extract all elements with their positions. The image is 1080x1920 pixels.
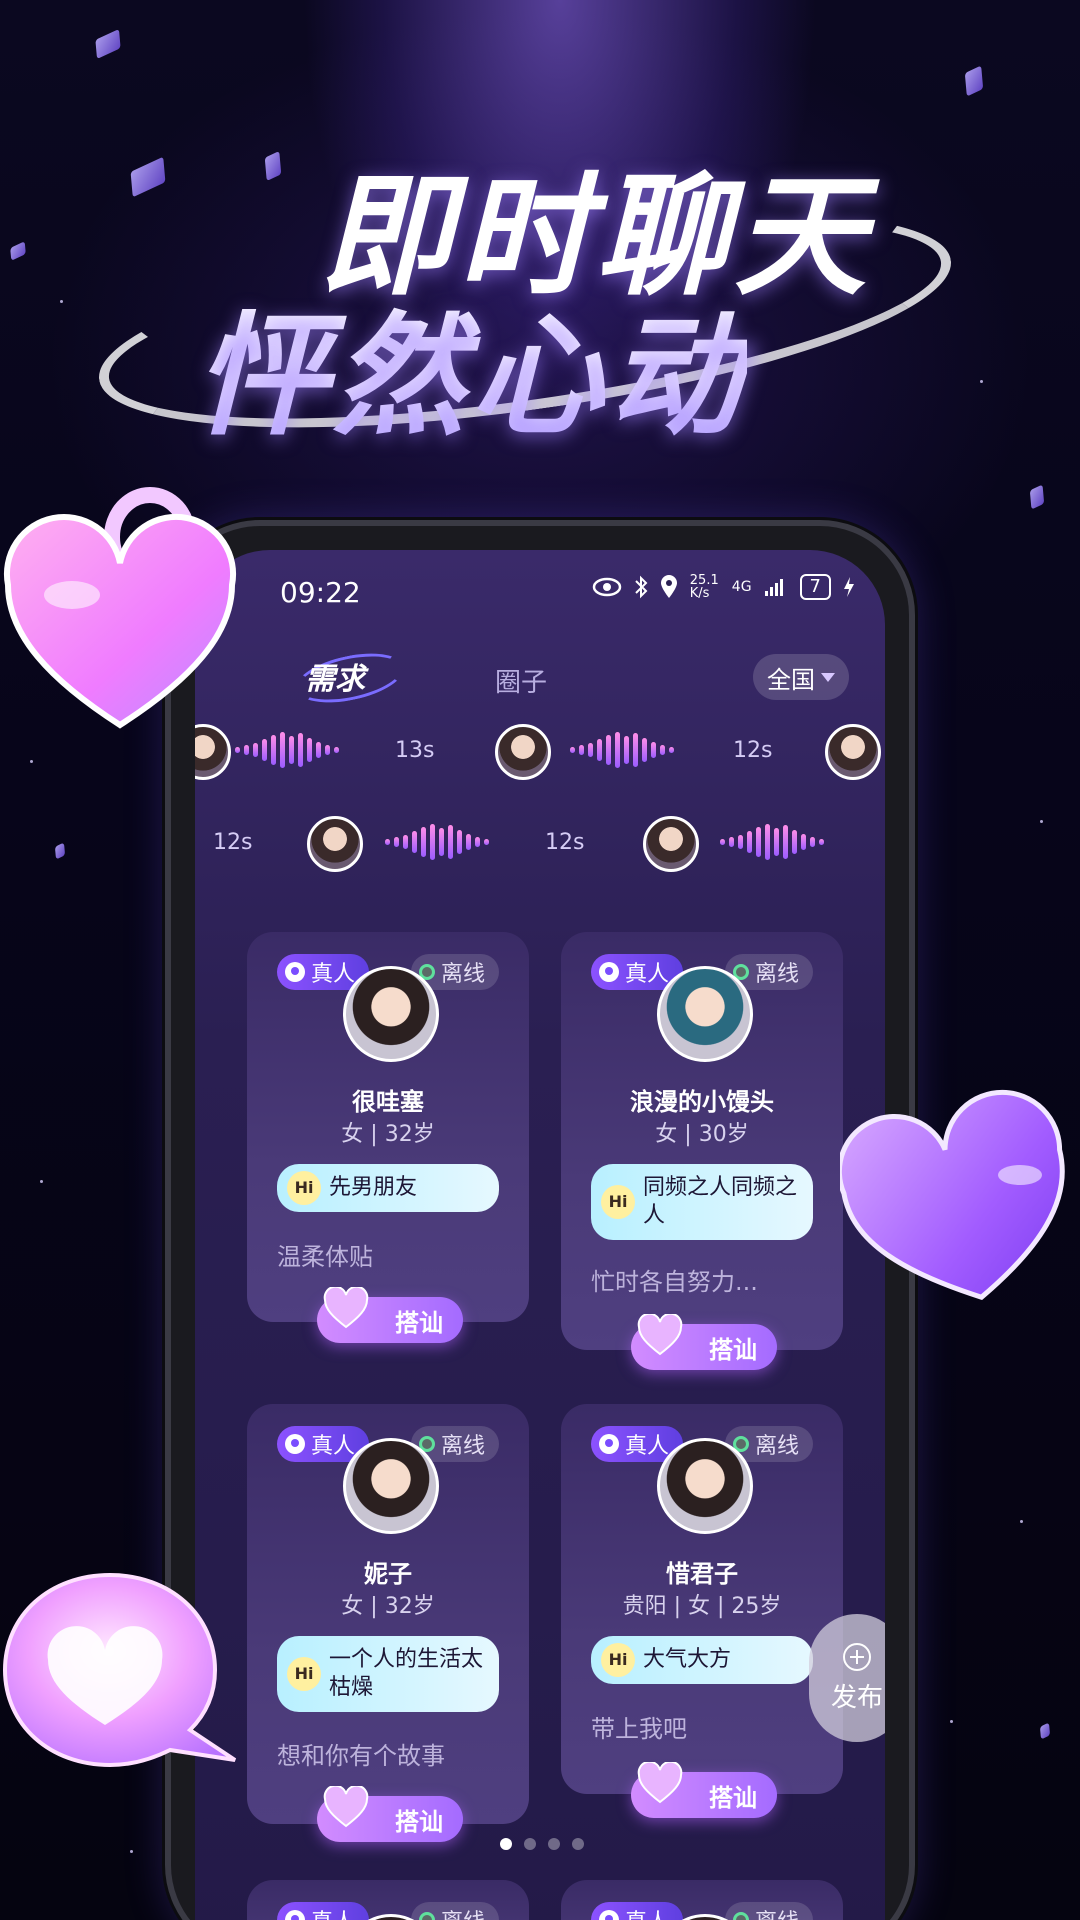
promo-headline: 即时聊天 怦然心动 (0, 120, 1080, 469)
verified-icon (285, 1434, 305, 1454)
avatar[interactable] (343, 1438, 439, 1534)
greeting-bubble: Hi 同频之人同频之人 (591, 1164, 813, 1240)
page-indicator (500, 1838, 584, 1850)
greeting-bubble: Hi 先男朋友 (277, 1164, 499, 1212)
page-dot (572, 1838, 584, 1850)
signal-icon (764, 579, 783, 596)
user-card[interactable]: 真人 离线 (247, 1880, 529, 1920)
verified-icon (599, 962, 619, 982)
user-name: 很哇塞 (352, 1088, 424, 1116)
plus-circle-icon (843, 1642, 871, 1671)
avatar[interactable] (657, 966, 753, 1062)
greeting-bubble: Hi 大气大方 (591, 1636, 813, 1684)
user-card[interactable]: 真人 离线 很哇塞 女 | 32岁 Hi 先男朋友 温柔体贴 搭讪 (247, 932, 529, 1343)
greet-button[interactable]: 搭讪 (631, 1314, 777, 1370)
avatar[interactable] (825, 724, 881, 780)
location-icon (660, 575, 677, 598)
user-card[interactable]: 真人 离线 (561, 1880, 843, 1920)
user-name: 惜君子 (666, 1560, 738, 1588)
user-card[interactable]: 真人 离线 惜君子 贵阳 | 女 | 25岁 Hi 大气大方 带上我吧 搭讪 (561, 1404, 843, 1818)
publish-button[interactable]: 发布 (809, 1614, 885, 1742)
user-desc: 温柔体贴 (277, 1243, 373, 1271)
network-speed: 25.1 K/s (689, 573, 719, 601)
heart-icon (637, 1314, 683, 1356)
user-desc: 带上我吧 (591, 1715, 687, 1743)
publish-label: 发布 (830, 1682, 883, 1713)
voice-duration: 12s (545, 830, 585, 855)
user-info: 女 | 30岁 (655, 1122, 749, 1147)
status-time: 09:22 (280, 576, 361, 609)
tab-circle[interactable]: 圈子 (495, 662, 547, 699)
region-selector[interactable]: 全国 (753, 654, 849, 700)
voice-row-2: 12s 12s 1 (195, 810, 885, 880)
verified-icon (599, 1910, 619, 1920)
greeting-bubble: Hi 一个人的生活太枯燥 (277, 1636, 499, 1712)
user-name: 浪漫的小馒头 (630, 1088, 774, 1116)
headline-line2: 怦然心动 (195, 270, 747, 461)
voice-duration: 13s (395, 738, 435, 763)
greet-button[interactable]: 搭讪 (631, 1762, 777, 1818)
voice-wave[interactable] (235, 730, 339, 770)
dropdown-caret-icon (821, 672, 835, 682)
verified-icon (285, 1910, 305, 1920)
status-dot-icon (418, 1912, 435, 1920)
phone-screen: 09:22 25.1 K/s 4G 7 需求 圈子 全国 13s 12s 12s… (195, 550, 885, 1920)
status-bar: 09:22 25.1 K/s 4G 7 (195, 550, 885, 630)
voice-duration: 12s (733, 738, 773, 763)
heart-icon (637, 1762, 683, 1804)
heart-lock-icon (3, 487, 237, 729)
hi-icon: Hi (601, 1185, 635, 1219)
user-desc: 想和你有个故事 (277, 1742, 445, 1770)
page-dot (524, 1838, 536, 1850)
hi-icon: Hi (287, 1657, 321, 1691)
offline-badge: 离线 (410, 1902, 499, 1920)
bluetooth-icon (635, 575, 648, 599)
voice-wave[interactable] (570, 730, 674, 770)
user-card[interactable]: 真人 离线 浪漫的小馒头 女 | 30岁 Hi 同频之人同频之人 忙时各自努力..… (561, 932, 843, 1370)
user-info: 贵阳 | 女 | 25岁 (622, 1594, 782, 1619)
real-person-badge: 真人 (277, 1902, 370, 1920)
avatar[interactable] (307, 816, 363, 872)
heart-chat-bubble-icon (2, 1572, 237, 1768)
voice-wave[interactable] (385, 822, 489, 862)
verified-icon (599, 1434, 619, 1454)
offline-badge: 离线 (724, 1902, 813, 1920)
user-info: 女 | 32岁 (341, 1122, 435, 1147)
hi-icon: Hi (287, 1171, 321, 1205)
user-card[interactable]: 真人 离线 妮子 女 | 32岁 Hi 一个人的生活太枯燥 想和你有个故事 搭讪 (247, 1404, 529, 1842)
heart-icon (840, 1089, 1065, 1301)
status-dot-icon (732, 1912, 749, 1920)
avatar[interactable] (643, 816, 699, 872)
tab-demand[interactable]: 需求 (305, 654, 365, 698)
verified-icon (285, 962, 305, 982)
battery-icon: 7 (799, 574, 831, 600)
user-name: 妮子 (364, 1560, 412, 1588)
heart-icon (323, 1287, 369, 1329)
user-desc: 忙时各自努力... (591, 1268, 758, 1296)
page-dot (500, 1838, 512, 1850)
avatar[interactable] (495, 724, 551, 780)
eye-icon (592, 577, 622, 597)
greet-button[interactable]: 搭讪 (317, 1287, 463, 1343)
voice-duration: 12s (213, 830, 253, 855)
avatar[interactable] (657, 1438, 753, 1534)
voice-wave[interactable] (720, 822, 824, 862)
region-label: 全国 (767, 665, 815, 694)
voice-row-1: 13s 12s (195, 718, 885, 788)
status-icons: 25.1 K/s 4G 7 (592, 574, 855, 600)
page-dot (548, 1838, 560, 1850)
top-tabs: 需求 圈子 全国 (195, 645, 885, 711)
real-person-badge: 真人 (591, 1902, 684, 1920)
phone-frame: 09:22 25.1 K/s 4G 7 需求 圈子 全国 13s 12s 12s… (165, 520, 915, 1920)
user-info: 女 | 32岁 (341, 1594, 435, 1619)
charging-icon (844, 577, 854, 597)
avatar[interactable] (343, 966, 439, 1062)
greet-button[interactable]: 搭讪 (317, 1786, 463, 1842)
network-type: 4G (731, 579, 752, 595)
heart-icon (323, 1786, 369, 1828)
hi-icon: Hi (601, 1643, 635, 1677)
